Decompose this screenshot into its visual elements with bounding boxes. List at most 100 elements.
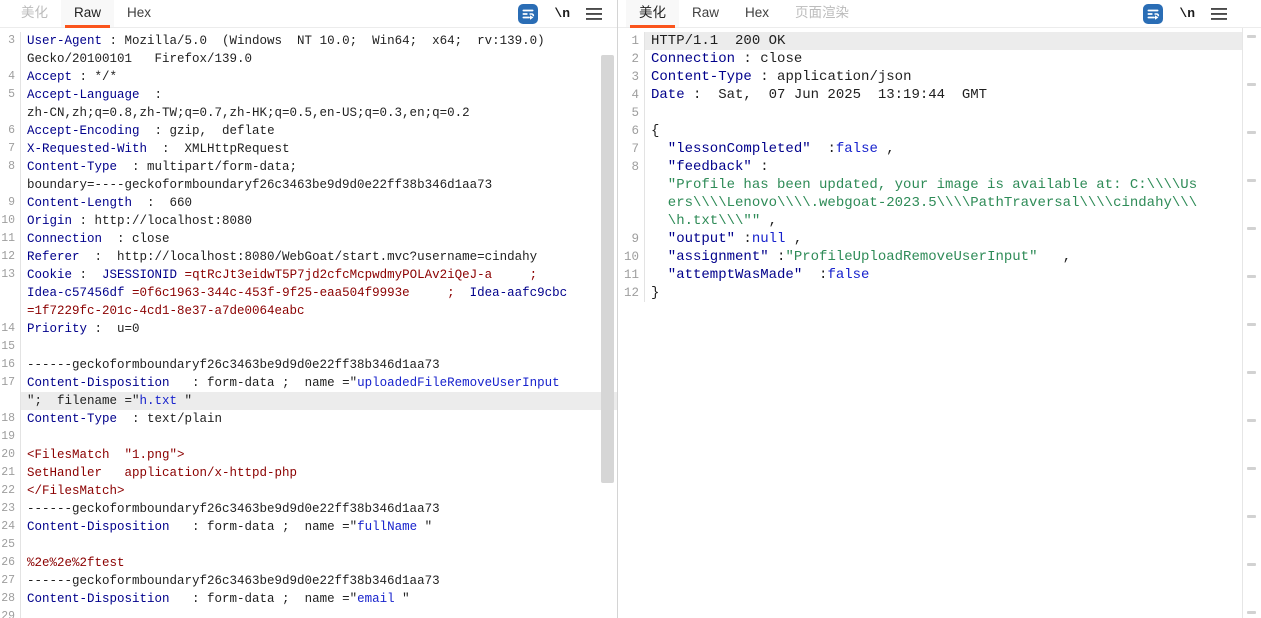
tab-raw[interactable]: Raw (679, 0, 732, 27)
code-text: Idea-c57456df =0f6c1963-344c-453f-9f25-e… (21, 284, 617, 302)
code-text: "feedback" : (645, 158, 1243, 176)
line-number (0, 176, 21, 194)
code-text: Content-Disposition : form-data ; name =… (21, 590, 617, 608)
code-text: boundary=----geckoformboundaryf26c3463be… (21, 176, 617, 194)
code-line: 12} (618, 284, 1243, 302)
request-editor[interactable]: 3User-Agent : Mozilla/5.0 (Windows NT 10… (0, 28, 617, 618)
code-text (21, 428, 617, 446)
code-text: Content-Type : text/plain (21, 410, 617, 428)
response-editor[interactable]: 1HTTP/1.1 200 OK2Connection : close3Cont… (618, 28, 1243, 618)
code-text: "lessonCompleted" :false , (645, 140, 1243, 158)
code-line: 4Accept : */* (0, 68, 617, 86)
code-line: 9 "output" :null , (618, 230, 1243, 248)
code-line: Idea-c57456df =0f6c1963-344c-453f-9f25-e… (0, 284, 617, 302)
line-number: 8 (0, 158, 21, 176)
tab-hex[interactable]: Hex (114, 0, 164, 27)
http-message-viewer: 美化RawHex \n (0, 0, 1261, 618)
line-number: 17 (0, 374, 21, 392)
code-line: 7X-Requested-With : XMLHttpRequest (0, 140, 617, 158)
code-text: Content-Type : multipart/form-data; (21, 158, 617, 176)
scroll-marker-strip[interactable] (1242, 28, 1261, 618)
tab-hex[interactable]: Hex (732, 0, 782, 27)
code-text: ------geckoformboundaryf26c3463be9d9d0e2… (21, 356, 617, 374)
line-number (0, 302, 21, 320)
tab-beautify[interactable]: 美化 (8, 0, 61, 27)
scroll-marker (1247, 515, 1256, 518)
code-line: 2Connection : close (618, 50, 1243, 68)
code-text: Content-Type : application/json (645, 68, 1243, 86)
scroll-marker (1247, 35, 1256, 38)
code-text: } (645, 284, 1243, 302)
code-text: Cookie : JSESSIONID =qtRcJt3eidwT5P7jd2c… (21, 266, 617, 284)
code-text: X-Requested-With : XMLHttpRequest (21, 140, 617, 158)
code-line: 9Content-Length : 660 (0, 194, 617, 212)
code-line: 15 (0, 338, 617, 356)
line-number: 11 (0, 230, 21, 248)
request-tabs: 美化RawHex (8, 0, 164, 27)
line-number: 3 (618, 68, 645, 86)
code-line: 5 (618, 104, 1243, 122)
code-line: 19 (0, 428, 617, 446)
code-text: Gecko/20100101 Firefox/139.0 (21, 50, 617, 68)
scroll-marker (1247, 563, 1256, 566)
code-line: 6Accept-Encoding : gzip, deflate (0, 122, 617, 140)
code-text: Accept-Language : (21, 86, 617, 104)
scroll-marker (1247, 227, 1256, 230)
line-number: 8 (618, 158, 645, 176)
line-number: 21 (0, 464, 21, 482)
code-line: 12Referer : http://localhost:8080/WebGoa… (0, 248, 617, 266)
line-number: 2 (618, 50, 645, 68)
code-text: zh-CN,zh;q=0.8,zh-TW;q=0.7,zh-HK;q=0.5,e… (21, 104, 617, 122)
line-number: 10 (0, 212, 21, 230)
code-text: ------geckoformboundaryf26c3463be9d9d0e2… (21, 572, 617, 590)
tab-raw[interactable]: Raw (61, 0, 114, 27)
beautify-icon[interactable] (1143, 4, 1163, 24)
menu-icon[interactable] (1211, 7, 1227, 21)
code-line: 26%2e%2e%2ftest (0, 554, 617, 572)
scroll-marker (1247, 131, 1256, 134)
request-scrollbar-thumb[interactable] (601, 55, 614, 483)
line-number: 4 (0, 68, 21, 86)
scroll-marker (1247, 83, 1256, 86)
line-number: 23 (0, 500, 21, 518)
code-text: <FilesMatch "1.png"> (21, 446, 617, 464)
code-text: Priority : u=0 (21, 320, 617, 338)
line-number: 28 (0, 590, 21, 608)
line-number (0, 104, 21, 122)
line-number: 26 (0, 554, 21, 572)
line-number: 12 (0, 248, 21, 266)
line-number: 4 (618, 86, 645, 104)
newline-icon[interactable]: \n (1179, 6, 1195, 21)
code-text: "attemptWasMade" :false (645, 266, 1243, 284)
response-tabbar: 美化RawHex页面渲染 \n (618, 0, 1261, 28)
beautify-icon[interactable] (518, 4, 538, 24)
line-number: 29 (0, 608, 21, 618)
code-text (21, 338, 617, 356)
scroll-marker (1247, 419, 1256, 422)
line-number (0, 284, 21, 302)
code-text: Date : Sat, 07 Jun 2025 13:19:44 GMT (645, 86, 1243, 104)
code-text: Connection : close (21, 230, 617, 248)
code-line: \h.txt\\\"" , (618, 212, 1243, 230)
code-line: 28Content-Disposition : form-data ; name… (0, 590, 617, 608)
newline-icon[interactable]: \n (554, 6, 570, 21)
menu-icon[interactable] (586, 7, 602, 21)
tab-beautify[interactable]: 美化 (626, 0, 679, 27)
line-number: 5 (0, 86, 21, 104)
code-line: 17Content-Disposition : form-data ; name… (0, 374, 617, 392)
code-text: { (645, 122, 1243, 140)
response-panel: 美化RawHex页面渲染 \n (618, 0, 1261, 618)
line-number: 9 (0, 194, 21, 212)
code-line: 21SetHandler application/x-httpd-php (0, 464, 617, 482)
request-tabbar: 美化RawHex \n (0, 0, 617, 28)
code-line: 14Priority : u=0 (0, 320, 617, 338)
code-line: 29 (0, 608, 617, 618)
line-number: 22 (0, 482, 21, 500)
response-toolbar: \n (1143, 0, 1261, 27)
code-line: 18Content-Type : text/plain (0, 410, 617, 428)
line-number: 15 (0, 338, 21, 356)
code-line: 1HTTP/1.1 200 OK (618, 32, 1243, 50)
code-line: "; filename ="h.txt " (0, 392, 617, 410)
tab-page-render[interactable]: 页面渲染 (782, 0, 862, 27)
code-line: 20<FilesMatch "1.png"> (0, 446, 617, 464)
